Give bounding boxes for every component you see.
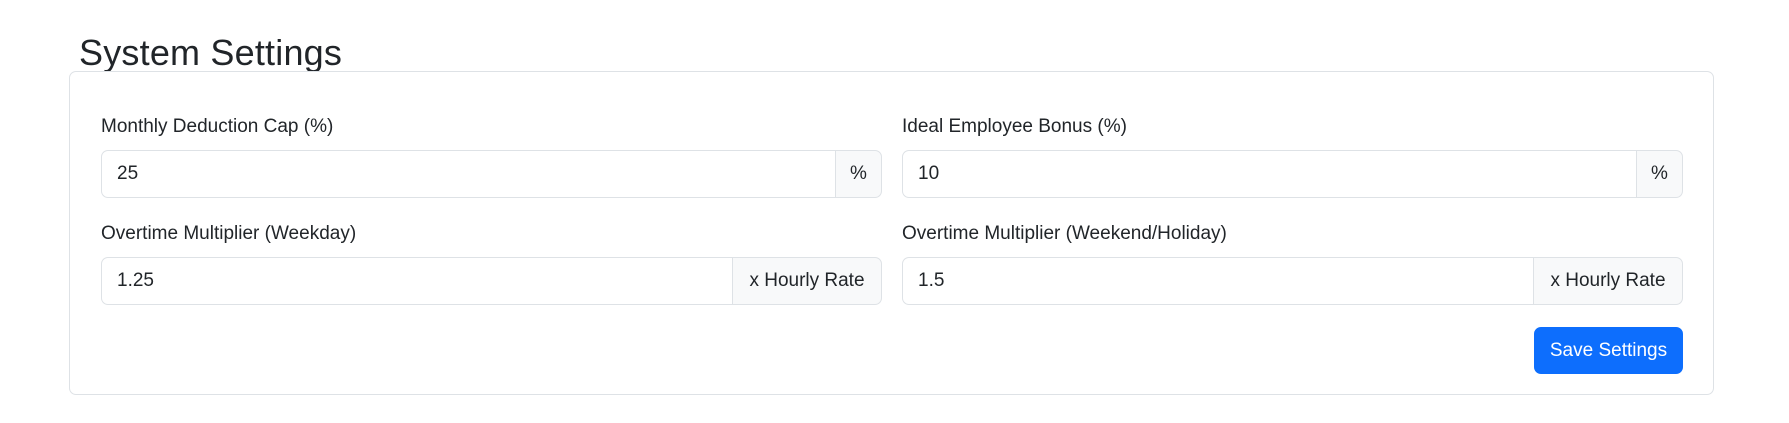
ideal-bonus-field: Ideal Employee Bonus (%) % bbox=[902, 115, 1683, 198]
overtime-weekday-input[interactable] bbox=[101, 257, 732, 305]
deduction-cap-label: Monthly Deduction Cap (%) bbox=[101, 116, 334, 137]
overtime-weekday-field: Overtime Multiplier (Weekday) x Hourly R… bbox=[101, 222, 882, 305]
deduction-cap-input[interactable] bbox=[101, 150, 835, 198]
deduction-cap-unit: % bbox=[835, 150, 882, 198]
ideal-bonus-input-group: % bbox=[902, 150, 1683, 198]
overtime-weekend-unit: x Hourly Rate bbox=[1533, 257, 1683, 305]
overtime-weekday-input-group: x Hourly Rate bbox=[101, 257, 882, 305]
save-settings-button[interactable]: Save Settings bbox=[1534, 327, 1683, 374]
overtime-weekday-label: Overtime Multiplier (Weekday) bbox=[101, 223, 357, 244]
ideal-bonus-input[interactable] bbox=[902, 150, 1636, 198]
overtime-weekend-input[interactable] bbox=[902, 257, 1533, 305]
overtime-weekend-label: Overtime Multiplier (Weekend/Holiday) bbox=[902, 223, 1227, 244]
overtime-weekend-field: Overtime Multiplier (Weekend/Holiday) x … bbox=[902, 222, 1683, 305]
settings-card: Monthly Deduction Cap (%) % Ideal Employ… bbox=[69, 71, 1714, 395]
deduction-cap-input-group: % bbox=[101, 150, 882, 198]
overtime-weekday-unit: x Hourly Rate bbox=[732, 257, 882, 305]
deduction-cap-field: Monthly Deduction Cap (%) % bbox=[101, 115, 882, 198]
ideal-bonus-label: Ideal Employee Bonus (%) bbox=[902, 116, 1127, 137]
ideal-bonus-unit: % bbox=[1636, 150, 1683, 198]
overtime-weekend-input-group: x Hourly Rate bbox=[902, 257, 1683, 305]
